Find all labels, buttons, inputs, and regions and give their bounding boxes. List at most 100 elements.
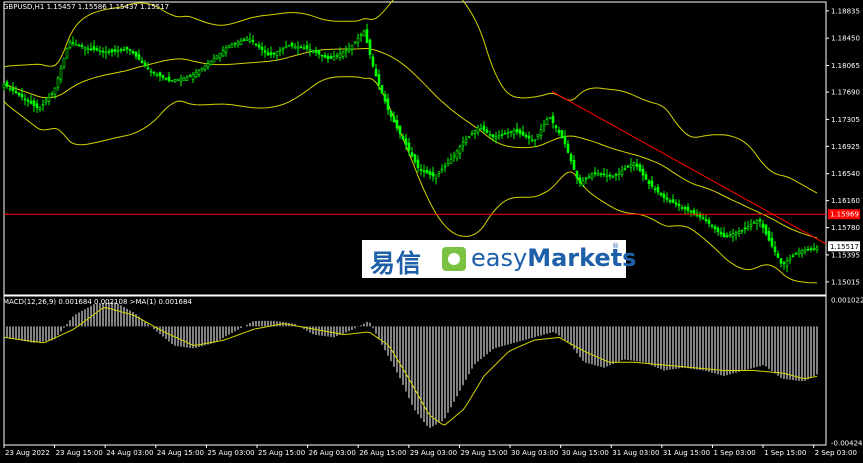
symbol-header: GBPUSD,H1 1.15457 1.15586 1.15437 1.1551… — [3, 3, 170, 11]
candle-body — [527, 135, 531, 139]
candle-body — [479, 127, 483, 130]
candle-body — [761, 223, 765, 228]
candle-body — [224, 47, 228, 53]
candle-body — [275, 51, 279, 56]
candle-body — [464, 138, 468, 143]
price-tick-label: 1.15015 — [831, 278, 860, 286]
candle-body — [767, 231, 771, 241]
candle-body — [92, 46, 96, 51]
candle-body — [20, 93, 24, 98]
candle-body — [23, 98, 27, 101]
candle-body — [83, 47, 87, 50]
candle-body — [632, 162, 636, 167]
candle-body — [134, 51, 138, 57]
candle-body — [647, 180, 651, 184]
candle-body — [125, 46, 129, 50]
current-price-label: 1.15517 — [830, 243, 859, 251]
candle-body — [629, 164, 633, 168]
candle-body — [227, 44, 231, 48]
candle-body — [209, 60, 213, 65]
candle-body — [512, 130, 516, 135]
candle-body — [566, 143, 570, 153]
candle-body — [704, 219, 708, 222]
candle-body — [446, 162, 450, 166]
price-tick-label: 1.18065 — [831, 62, 860, 70]
candle-body — [149, 70, 153, 73]
candle-body — [683, 207, 687, 210]
candle-body — [686, 206, 690, 211]
candle-body — [272, 52, 276, 55]
candle-body — [725, 235, 729, 237]
candle-body — [539, 129, 543, 136]
candle-body — [749, 224, 753, 227]
candle-body — [194, 71, 198, 78]
candle-body — [509, 131, 513, 133]
candle-body — [650, 180, 654, 187]
middle-band — [3, 48, 818, 239]
candle-body — [383, 94, 387, 102]
candle-body — [680, 207, 684, 209]
candle-body — [329, 56, 333, 59]
candle-body — [365, 29, 369, 44]
candle-body — [47, 97, 51, 102]
candle-body — [533, 139, 537, 141]
candle-body — [611, 176, 615, 178]
candle-body — [503, 132, 507, 135]
candle-body — [554, 125, 558, 129]
candle-body — [563, 136, 567, 145]
candle-body — [53, 87, 57, 95]
candle-body — [689, 210, 693, 213]
candle-body — [110, 49, 114, 53]
candle-body — [746, 226, 750, 230]
candle-body — [608, 174, 612, 177]
candle-body — [173, 79, 177, 83]
candle-body — [743, 227, 747, 230]
candle-body — [59, 67, 63, 80]
time-tick-label: 2 Sep 03:00 — [815, 449, 857, 457]
macd-header: MACD(12,26,9) 0.001684 0.002108 >MA(1) 0… — [3, 298, 192, 306]
candle-body — [239, 40, 243, 45]
logo-icon — [442, 247, 466, 271]
time-tick-label: 25 Aug 15:00 — [258, 449, 305, 457]
candle-body — [431, 172, 435, 177]
candle-body — [68, 41, 72, 48]
candle-body — [143, 62, 147, 67]
candle-body — [542, 124, 546, 128]
candle-body — [338, 53, 342, 59]
candle-body — [119, 48, 123, 51]
chart-window: 1.18835 1.18450 1.18065 1.17690 1.17305 1.169… — [0, 0, 863, 459]
candle-body — [803, 249, 807, 253]
trendline — [551, 90, 827, 245]
candle-body — [755, 220, 759, 224]
candle-body — [797, 250, 801, 254]
candle-body — [392, 116, 396, 123]
candle-body — [788, 258, 792, 261]
candle-body — [716, 227, 720, 232]
candle-body — [161, 75, 165, 78]
candle-body — [86, 48, 90, 50]
candle-body — [710, 224, 714, 227]
candle-body — [299, 46, 303, 49]
candle-body — [575, 170, 579, 179]
candle-body — [152, 71, 156, 74]
candle-body — [440, 168, 444, 171]
candle-body — [521, 131, 525, 136]
candle-body — [137, 54, 141, 60]
candle-body — [140, 60, 144, 63]
candle-body — [131, 51, 135, 54]
candle-body — [434, 174, 438, 179]
candle-body — [335, 54, 339, 57]
candle-body — [29, 100, 33, 104]
candle-body — [263, 50, 267, 53]
candle-body — [530, 139, 534, 142]
candle-body — [764, 224, 768, 235]
candle-body — [398, 125, 402, 134]
macd-tick-label: -0.004246 — [831, 440, 863, 448]
candle-body — [494, 136, 498, 139]
candle-body — [638, 164, 642, 172]
time-tick-label: 31 Aug 03:00 — [612, 449, 659, 457]
candle-body — [473, 130, 477, 134]
candle-body — [557, 129, 561, 134]
candle-body — [287, 44, 291, 47]
price-tick-label: 1.17690 — [831, 89, 860, 97]
